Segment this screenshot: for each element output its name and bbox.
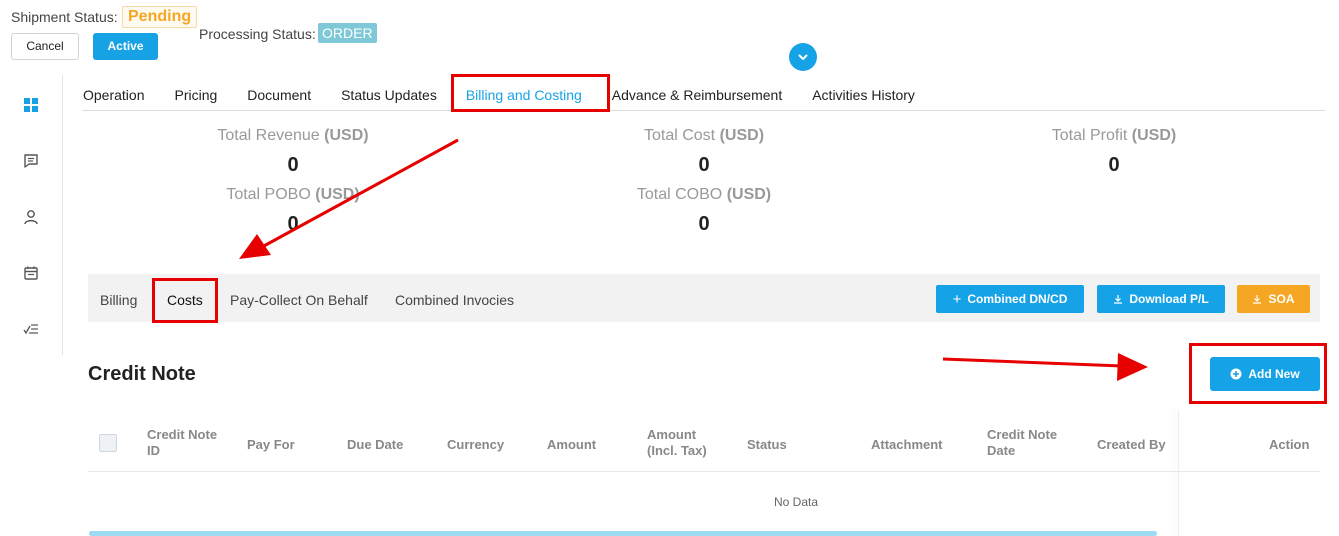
annotation-arrowhead	[239, 234, 271, 259]
annotation-arrow-line	[942, 357, 1123, 368]
annotation-arrowhead	[1117, 353, 1148, 381]
annotation-arrows	[239, 138, 1148, 381]
annotation-arrow-line	[261, 138, 459, 249]
